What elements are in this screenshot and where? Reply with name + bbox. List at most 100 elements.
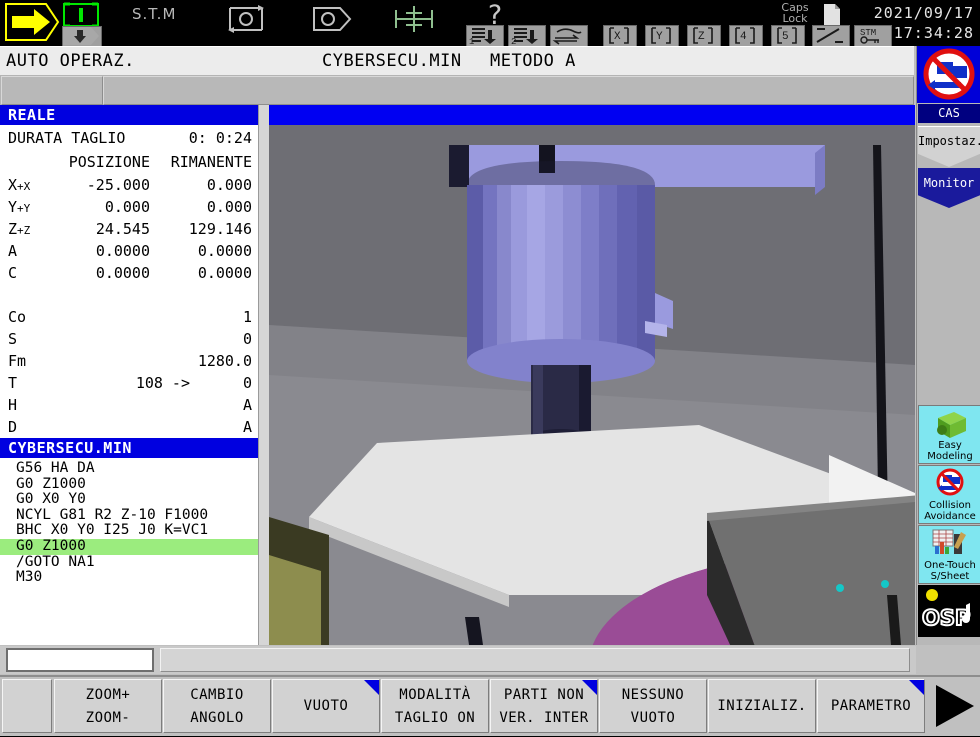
program-line[interactable]: BHC X0 Y0 I25 J0 K=VC1	[0, 523, 258, 539]
tool-offset-icon[interactable]	[310, 6, 352, 32]
fkey-parti-non-ver-inter[interactable]: PARTI NONVER. INTER	[490, 679, 598, 733]
program-panel-header: CYBERSECU.MIN	[0, 438, 269, 458]
status-row-co: Co 1	[0, 308, 258, 330]
status-value-h: A	[150, 396, 252, 414]
axis-x-icon[interactable]: X	[603, 25, 637, 48]
program-line[interactable]: G0 Z1000	[0, 477, 258, 493]
svg-text:4: 4	[740, 31, 747, 43]
program-line[interactable]: G56 HA DA	[0, 461, 258, 477]
fkey-vuoto[interactable]: VUOTO	[272, 679, 380, 733]
svg-text:Z: Z	[698, 31, 705, 43]
status-value-fm: 1280.0	[150, 352, 252, 370]
axis-row-x: X+X -25.000 0.000	[0, 176, 258, 198]
cas-label[interactable]: CAS	[918, 104, 980, 123]
sidebar-app-one-touch-sheet-caption: One-Touch S/Sheet	[919, 561, 980, 582]
status-label-t: T	[8, 374, 17, 392]
coolant-icon[interactable]	[550, 25, 588, 48]
axis-5-icon[interactable]: 5	[771, 25, 805, 48]
clock: 2021/09/17 17:34:28	[874, 3, 974, 43]
program-line[interactable]: G0 X0 Y0	[0, 492, 258, 508]
status-row-s: S 0	[0, 330, 258, 352]
sidebar-tab-impostaz-label: Impostaz.	[918, 134, 980, 148]
fkey-blank[interactable]	[2, 679, 52, 733]
svg-text:2: 2	[511, 37, 516, 45]
program-line[interactable]: /GOTO NA1	[0, 555, 258, 571]
rotate-workpiece-icon[interactable]	[224, 4, 268, 34]
sequence-2-icon[interactable]: 2	[508, 25, 546, 48]
axis-y-icon[interactable]: Y	[645, 25, 679, 48]
sequence-1-icon[interactable]: 1	[466, 25, 504, 48]
axis-position-c: 0.0000	[0, 264, 150, 282]
fkey-cambio-angolo[interactable]: CAMBIOANGOLO	[163, 679, 271, 733]
sub-toolbar	[0, 75, 914, 107]
fkey-inizializ-label: INIZIALIZ.	[709, 698, 815, 714]
3d-scene[interactable]	[269, 125, 915, 645]
left-data-panel: REALE DURATA TAGLIO 0: 0:24 POSIZIONE RI…	[0, 105, 259, 645]
fkey-modalita-taglio-on-line1: MODALITÀ	[382, 687, 488, 703]
graph-icon[interactable]	[812, 25, 850, 48]
fkey-nessuno-vuoto[interactable]: NESSUNOVUOTO	[599, 679, 707, 733]
status-value-co: 1	[150, 308, 252, 326]
status-label-s: S	[8, 330, 17, 348]
simulation-viewport[interactable]	[269, 105, 915, 645]
fkey-inizializ[interactable]: INIZIALIZ.	[708, 679, 816, 733]
caps-lock-line2: Lock	[772, 13, 818, 24]
sidebar-app-collision-avoidance[interactable]: Collision Avoidance	[918, 465, 980, 524]
axis-position-y: 0.000	[0, 198, 150, 216]
fkey-zoom-line1: ZOOM+	[55, 687, 161, 703]
status-value-s: 0	[150, 330, 252, 348]
fkey-zoom[interactable]: ZOOM+ ZOOM-	[54, 679, 162, 733]
program-line[interactable]: NCYL G81 R2 Z-10 F1000	[0, 508, 258, 524]
axis-row-y: Y+Y 0.000 0.000	[0, 198, 258, 220]
sub-toolbar-cell-right[interactable]	[103, 76, 914, 105]
osp-cnc-screen: S.T.M ?	[0, 0, 980, 734]
sidebar-tab-impostaz[interactable]: Impostaz.	[918, 126, 980, 166]
program-line[interactable]: M30	[0, 570, 258, 586]
one-touch-line1: One-Touch	[919, 561, 980, 572]
fkey-cambio-angolo-line1: CAMBIO	[164, 687, 270, 703]
fkey-parametro-label: PARAMETRO	[818, 698, 924, 714]
program-running-icon	[62, 2, 100, 28]
svg-text:Y: Y	[656, 31, 663, 43]
axis-z-icon[interactable]: Z	[687, 25, 721, 48]
status-row-fm: Fm 1280.0	[0, 352, 258, 374]
fkey-next-page[interactable]	[930, 679, 978, 733]
sidebar-app-easy-modeling[interactable]: Easy Modeling	[918, 405, 980, 464]
command-input[interactable]	[6, 648, 154, 672]
sidebar-tab-monitor[interactable]: Monitor	[918, 168, 980, 208]
col-header-rimanente: RIMANENTE	[150, 153, 252, 171]
easy-modeling-line2: Modeling	[919, 452, 980, 463]
status-label-co: Co	[8, 308, 26, 326]
program-listing[interactable]: G56 HA DAG0 Z1000G0 X0 Y0NCYL G81 R2 Z-1…	[0, 461, 258, 586]
title-bar: AUTO OPERAZ. CYBERSECU.MIN METODO A	[0, 46, 914, 76]
axis-position-z: 24.545	[0, 220, 150, 238]
sidebar-app-collision-avoidance-caption: Collision Avoidance	[919, 501, 980, 522]
column-headers-row: POSIZIONE RIMANENTE	[0, 153, 258, 175]
function-key-bar: ZOOM+ ZOOM-CAMBIOANGOLOVUOTOMODALITÀTAGLI…	[0, 675, 980, 736]
col-header-posizione: POSIZIONE	[0, 153, 150, 171]
svg-text:X: X	[614, 31, 621, 43]
fkey-parametro[interactable]: PARAMETRO	[817, 679, 925, 733]
sub-toolbar-cell-left[interactable]	[1, 76, 103, 105]
axis-4-icon[interactable]: 4	[729, 25, 763, 48]
stm-label: S.T.M	[132, 5, 176, 23]
fkey-zoom-line2: ZOOM-	[55, 710, 161, 726]
input-row	[0, 646, 916, 674]
measure-icon[interactable]	[392, 4, 436, 34]
sidebar-tab-monitor-label: Monitor	[924, 176, 975, 190]
collision-avoidance-prohibited-icon	[933, 468, 967, 498]
clock-date: 2021/09/17	[874, 3, 974, 23]
toggle-flag-indicator	[364, 680, 379, 695]
axis-row-z: Z+Z 24.545 129.146	[0, 220, 258, 242]
program-line[interactable]: G0 Z1000	[0, 539, 258, 555]
easy-modeling-line1: Easy	[919, 441, 980, 452]
status-label-d: D	[8, 418, 17, 436]
collision-avoidance-prohibited-icon[interactable]	[917, 46, 980, 103]
one-touch-line2: S/Sheet	[919, 572, 980, 583]
tool-down-icon[interactable]	[62, 26, 102, 48]
axis-position-a: 0.0000	[0, 242, 150, 260]
toggle-flag-indicator	[909, 680, 924, 695]
fkey-modalita-taglio-on[interactable]: MODALITÀTAGLIO ON	[381, 679, 489, 733]
operation-mode: AUTO OPERAZ.	[6, 51, 135, 71]
sidebar-app-one-touch-sheet[interactable]: One-Touch S/Sheet	[918, 525, 980, 584]
